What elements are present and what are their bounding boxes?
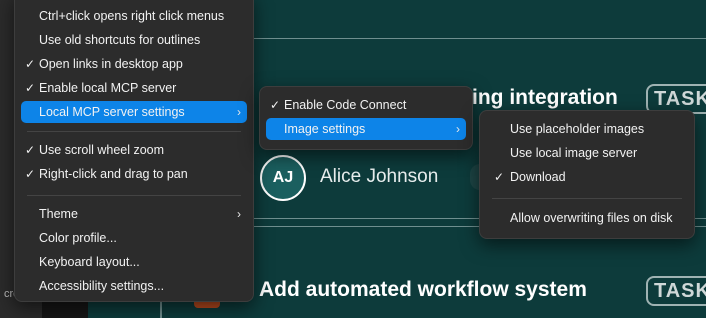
menu-item-label: Theme — [39, 207, 78, 221]
menu-item-label: Image settings — [284, 122, 366, 136]
menu-item-placeholder-images[interactable]: Use placeholder images — [486, 118, 688, 140]
menu-item-label: Ctrl+click opens right click menus — [39, 9, 225, 23]
menu-item-color-profile[interactable]: Color profile... — [21, 227, 247, 249]
preferences-menu: Ctrl+click opens right click menus Use o… — [14, 0, 254, 302]
menu-item-label: Color profile... — [39, 231, 117, 245]
chevron-right-icon: › — [237, 207, 241, 221]
check-icon: ✓ — [25, 57, 36, 71]
menu-item-label: Keyboard layout... — [39, 255, 140, 269]
menu-item-label: Enable Code Connect — [284, 98, 407, 112]
menu-item-label: Download — [510, 170, 566, 184]
menu-separator — [27, 195, 241, 196]
menu-item-right-drag-pan[interactable]: ✓ Right-click and drag to pan — [21, 163, 247, 185]
menu-item-label: Open links in desktop app — [39, 57, 183, 71]
menu-item-label: Allow overwriting files on disk — [510, 211, 673, 225]
chevron-right-icon: › — [456, 122, 460, 136]
mcp-settings-submenu: ✓ Enable Code Connect Image settings › — [259, 86, 473, 150]
menu-item-label: Use scroll wheel zoom — [39, 143, 165, 157]
card-title[interactable]: Add automated workflow system — [259, 278, 587, 302]
menu-item-local-image-server[interactable]: Use local image server — [486, 142, 688, 164]
menu-item-theme[interactable]: Theme › — [21, 203, 247, 225]
task-badge: TASK — [646, 276, 706, 306]
check-icon: ✓ — [270, 98, 281, 112]
menu-item-mcp-server-settings[interactable]: Local MCP server settings › — [21, 101, 247, 123]
avatar: AJ — [260, 155, 306, 201]
menu-separator — [27, 131, 241, 132]
check-icon: ✓ — [494, 170, 505, 184]
menu-item-allow-overwrite[interactable]: Allow overwriting files on disk — [486, 207, 688, 229]
menu-item-old-shortcuts[interactable]: Use old shortcuts for outlines — [21, 29, 247, 51]
menu-item-ctrl-click[interactable]: Ctrl+click opens right click menus — [21, 5, 247, 27]
menu-item-scroll-zoom[interactable]: ✓ Use scroll wheel zoom — [21, 139, 247, 161]
menu-item-image-settings[interactable]: Image settings › — [266, 118, 466, 140]
menu-item-enable-mcp-server[interactable]: ✓ Enable local MCP server — [21, 77, 247, 99]
check-icon: ✓ — [25, 167, 36, 181]
chevron-right-icon: › — [237, 105, 241, 119]
assignee-name: Alice Johnson — [320, 166, 439, 187]
menu-item-label: Use old shortcuts for outlines — [39, 33, 201, 47]
image-settings-submenu: Use placeholder images Use local image s… — [479, 110, 695, 239]
menu-item-open-links-desktop[interactable]: ✓ Open links in desktop app — [21, 53, 247, 75]
menu-item-download[interactable]: ✓ Download — [486, 166, 688, 188]
check-icon: ✓ — [25, 143, 36, 157]
menu-item-label: Use placeholder images — [510, 122, 645, 136]
menu-item-label: Accessibility settings... — [39, 279, 165, 293]
menu-item-label: Enable local MCP server — [39, 81, 177, 95]
menu-item-label: Right-click and drag to pan — [39, 167, 188, 181]
menu-item-accessibility[interactable]: Accessibility settings... — [21, 275, 247, 297]
menu-item-label: Use local image server — [510, 146, 638, 160]
menu-separator — [492, 198, 682, 199]
menu-item-keyboard-layout[interactable]: Keyboard layout... — [21, 251, 247, 273]
card-title[interactable]: ing integration — [472, 86, 618, 110]
menu-item-label: Local MCP server settings — [39, 105, 185, 119]
menu-item-code-connect[interactable]: ✓ Enable Code Connect — [266, 94, 466, 116]
check-icon: ✓ — [25, 81, 36, 95]
